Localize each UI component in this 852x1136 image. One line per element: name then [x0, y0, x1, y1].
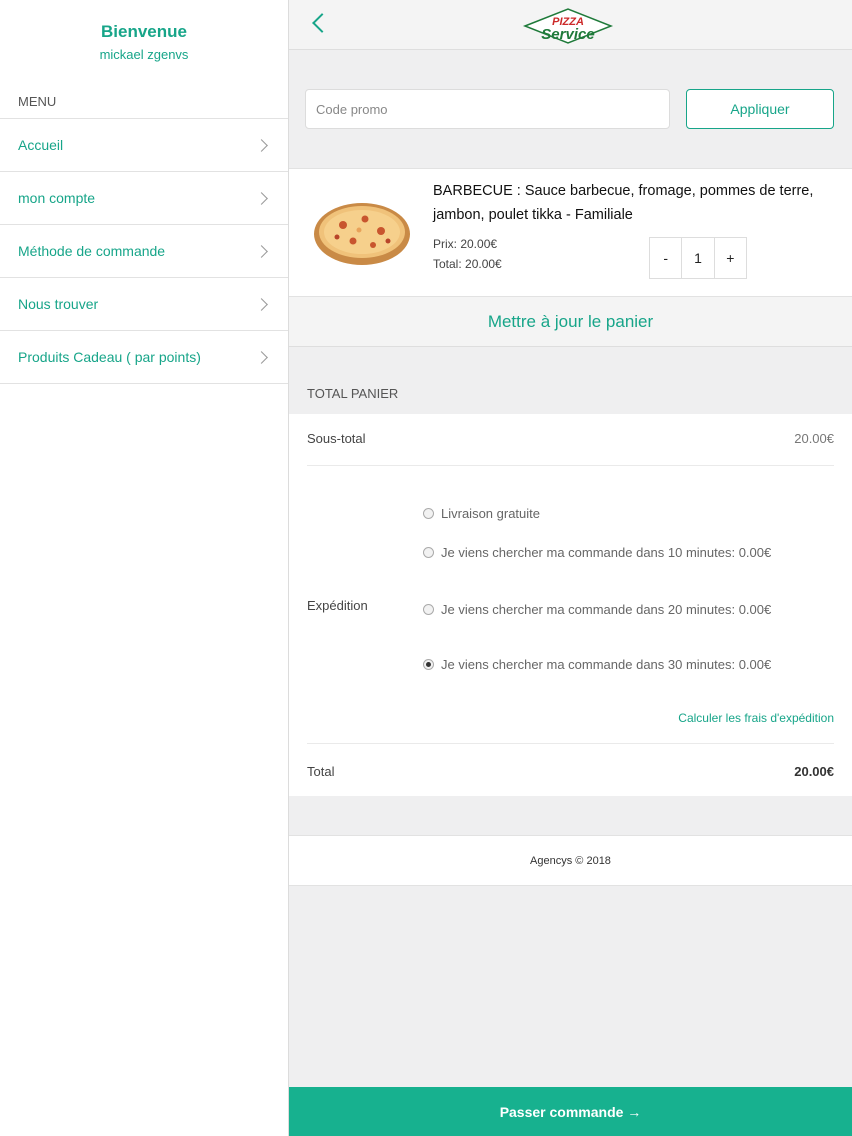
- quantity-value[interactable]: 1: [682, 238, 715, 278]
- increase-quantity-button[interactable]: +: [715, 238, 746, 278]
- chevron-right-icon: [255, 244, 268, 258]
- pizza-service-logo: PIZZA Service: [522, 8, 614, 44]
- quantity-stepper: - 1 +: [649, 237, 747, 279]
- username: mickael zgenvs: [99, 47, 189, 62]
- shipping-label: Expédition: [307, 598, 368, 613]
- product-name: BARBECUE : Sauce barbecue, fromage, pomm…: [433, 183, 814, 223]
- radio-button[interactable]: [423, 604, 434, 615]
- chevron-right-icon: [255, 297, 268, 311]
- header-bar: PIZZA Service: [289, 0, 852, 50]
- shipping-option-label: Je viens chercher ma commande dans 20 mi…: [441, 602, 772, 617]
- calculate-shipping-link[interactable]: Calculer les frais d'expédition: [678, 711, 834, 725]
- shipping-option-10min[interactable]: Je viens chercher ma commande dans 10 mi…: [423, 543, 835, 562]
- total-row: Total 20.00€: [307, 743, 834, 796]
- sidebar: Bienvenue mickael zgenvs MENU Accueil mo…: [0, 0, 289, 1136]
- chevron-right-icon: [255, 138, 268, 152]
- product-total: Total: 20.00€: [433, 257, 502, 271]
- radio-button[interactable]: [423, 547, 434, 558]
- subtotal-value: 20.00€: [794, 431, 834, 446]
- update-cart-row: Mettre à jour le panier: [289, 297, 852, 347]
- sidebar-item-produits-cadeau[interactable]: Produits Cadeau ( par points): [0, 331, 288, 384]
- welcome-block: Bienvenue mickael zgenvs: [0, 0, 288, 82]
- product-price: Prix: 20.00€: [433, 237, 498, 251]
- shipping-option-30min[interactable]: Je viens chercher ma commande dans 30 mi…: [423, 655, 835, 674]
- cart-totals-panel: Sous-total 20.00€ Expédition Livraison g…: [289, 414, 852, 796]
- subtotal-row: Sous-total 20.00€: [307, 414, 834, 466]
- shipping-option-label: Livraison gratuite: [441, 506, 540, 521]
- update-cart-button[interactable]: Mettre à jour le panier: [488, 312, 653, 332]
- promo-code-input[interactable]: [305, 89, 670, 129]
- radio-button[interactable]: [423, 508, 434, 519]
- radio-button-selected[interactable]: [423, 659, 434, 670]
- sidebar-item-nous-trouver[interactable]: Nous trouver: [0, 278, 288, 331]
- sidebar-item-methode-commande[interactable]: Méthode de commande: [0, 225, 288, 278]
- chevron-right-icon: [255, 191, 268, 205]
- shipping-option-label: Je viens chercher ma commande dans 10 mi…: [441, 545, 772, 560]
- cart-totals-heading: TOTAL PANIER: [307, 386, 399, 401]
- sidebar-item-mon-compte[interactable]: mon compte: [0, 172, 288, 225]
- main-content: PIZZA Service Appliquer BARBECUE : Sauce…: [289, 0, 852, 1136]
- sidebar-item-label: Méthode de commande: [18, 243, 166, 259]
- menu-heading: MENU: [0, 82, 288, 119]
- copyright-text: Agencys © 2018: [530, 854, 611, 867]
- pizza-image: [314, 203, 410, 265]
- sidebar-item-label: Produits Cadeau ( par points): [18, 349, 201, 365]
- total-label: Total: [307, 764, 335, 779]
- sidebar-item-label: Nous trouver: [18, 296, 99, 312]
- sidebar-item-label: Accueil: [18, 137, 64, 153]
- sidebar-item-accueil[interactable]: Accueil: [0, 119, 288, 172]
- checkout-button[interactable]: Passer commande →: [289, 1087, 852, 1136]
- shipping-option-label: Je viens chercher ma commande dans 30 mi…: [441, 657, 772, 672]
- sidebar-item-label: mon compte: [18, 190, 96, 206]
- chevron-left-icon[interactable]: [312, 13, 332, 33]
- footer: Agencys © 2018: [289, 835, 852, 886]
- apply-promo-button[interactable]: Appliquer: [686, 89, 834, 129]
- decrease-quantity-button[interactable]: -: [650, 238, 683, 278]
- chevron-right-icon: [255, 350, 268, 364]
- shipping-option-free[interactable]: Livraison gratuite: [423, 504, 835, 523]
- total-value: 20.00€: [794, 764, 834, 779]
- svg-text:Service: Service: [541, 26, 594, 43]
- welcome-title: Bienvenue: [101, 22, 187, 41]
- checkout-label: Passer commande →: [499, 1103, 642, 1120]
- shipping-option-20min[interactable]: Je viens chercher ma commande dans 20 mi…: [423, 600, 835, 619]
- cart-item: BARBECUE : Sauce barbecue, fromage, pomm…: [289, 168, 852, 297]
- subtotal-label: Sous-total: [307, 431, 366, 446]
